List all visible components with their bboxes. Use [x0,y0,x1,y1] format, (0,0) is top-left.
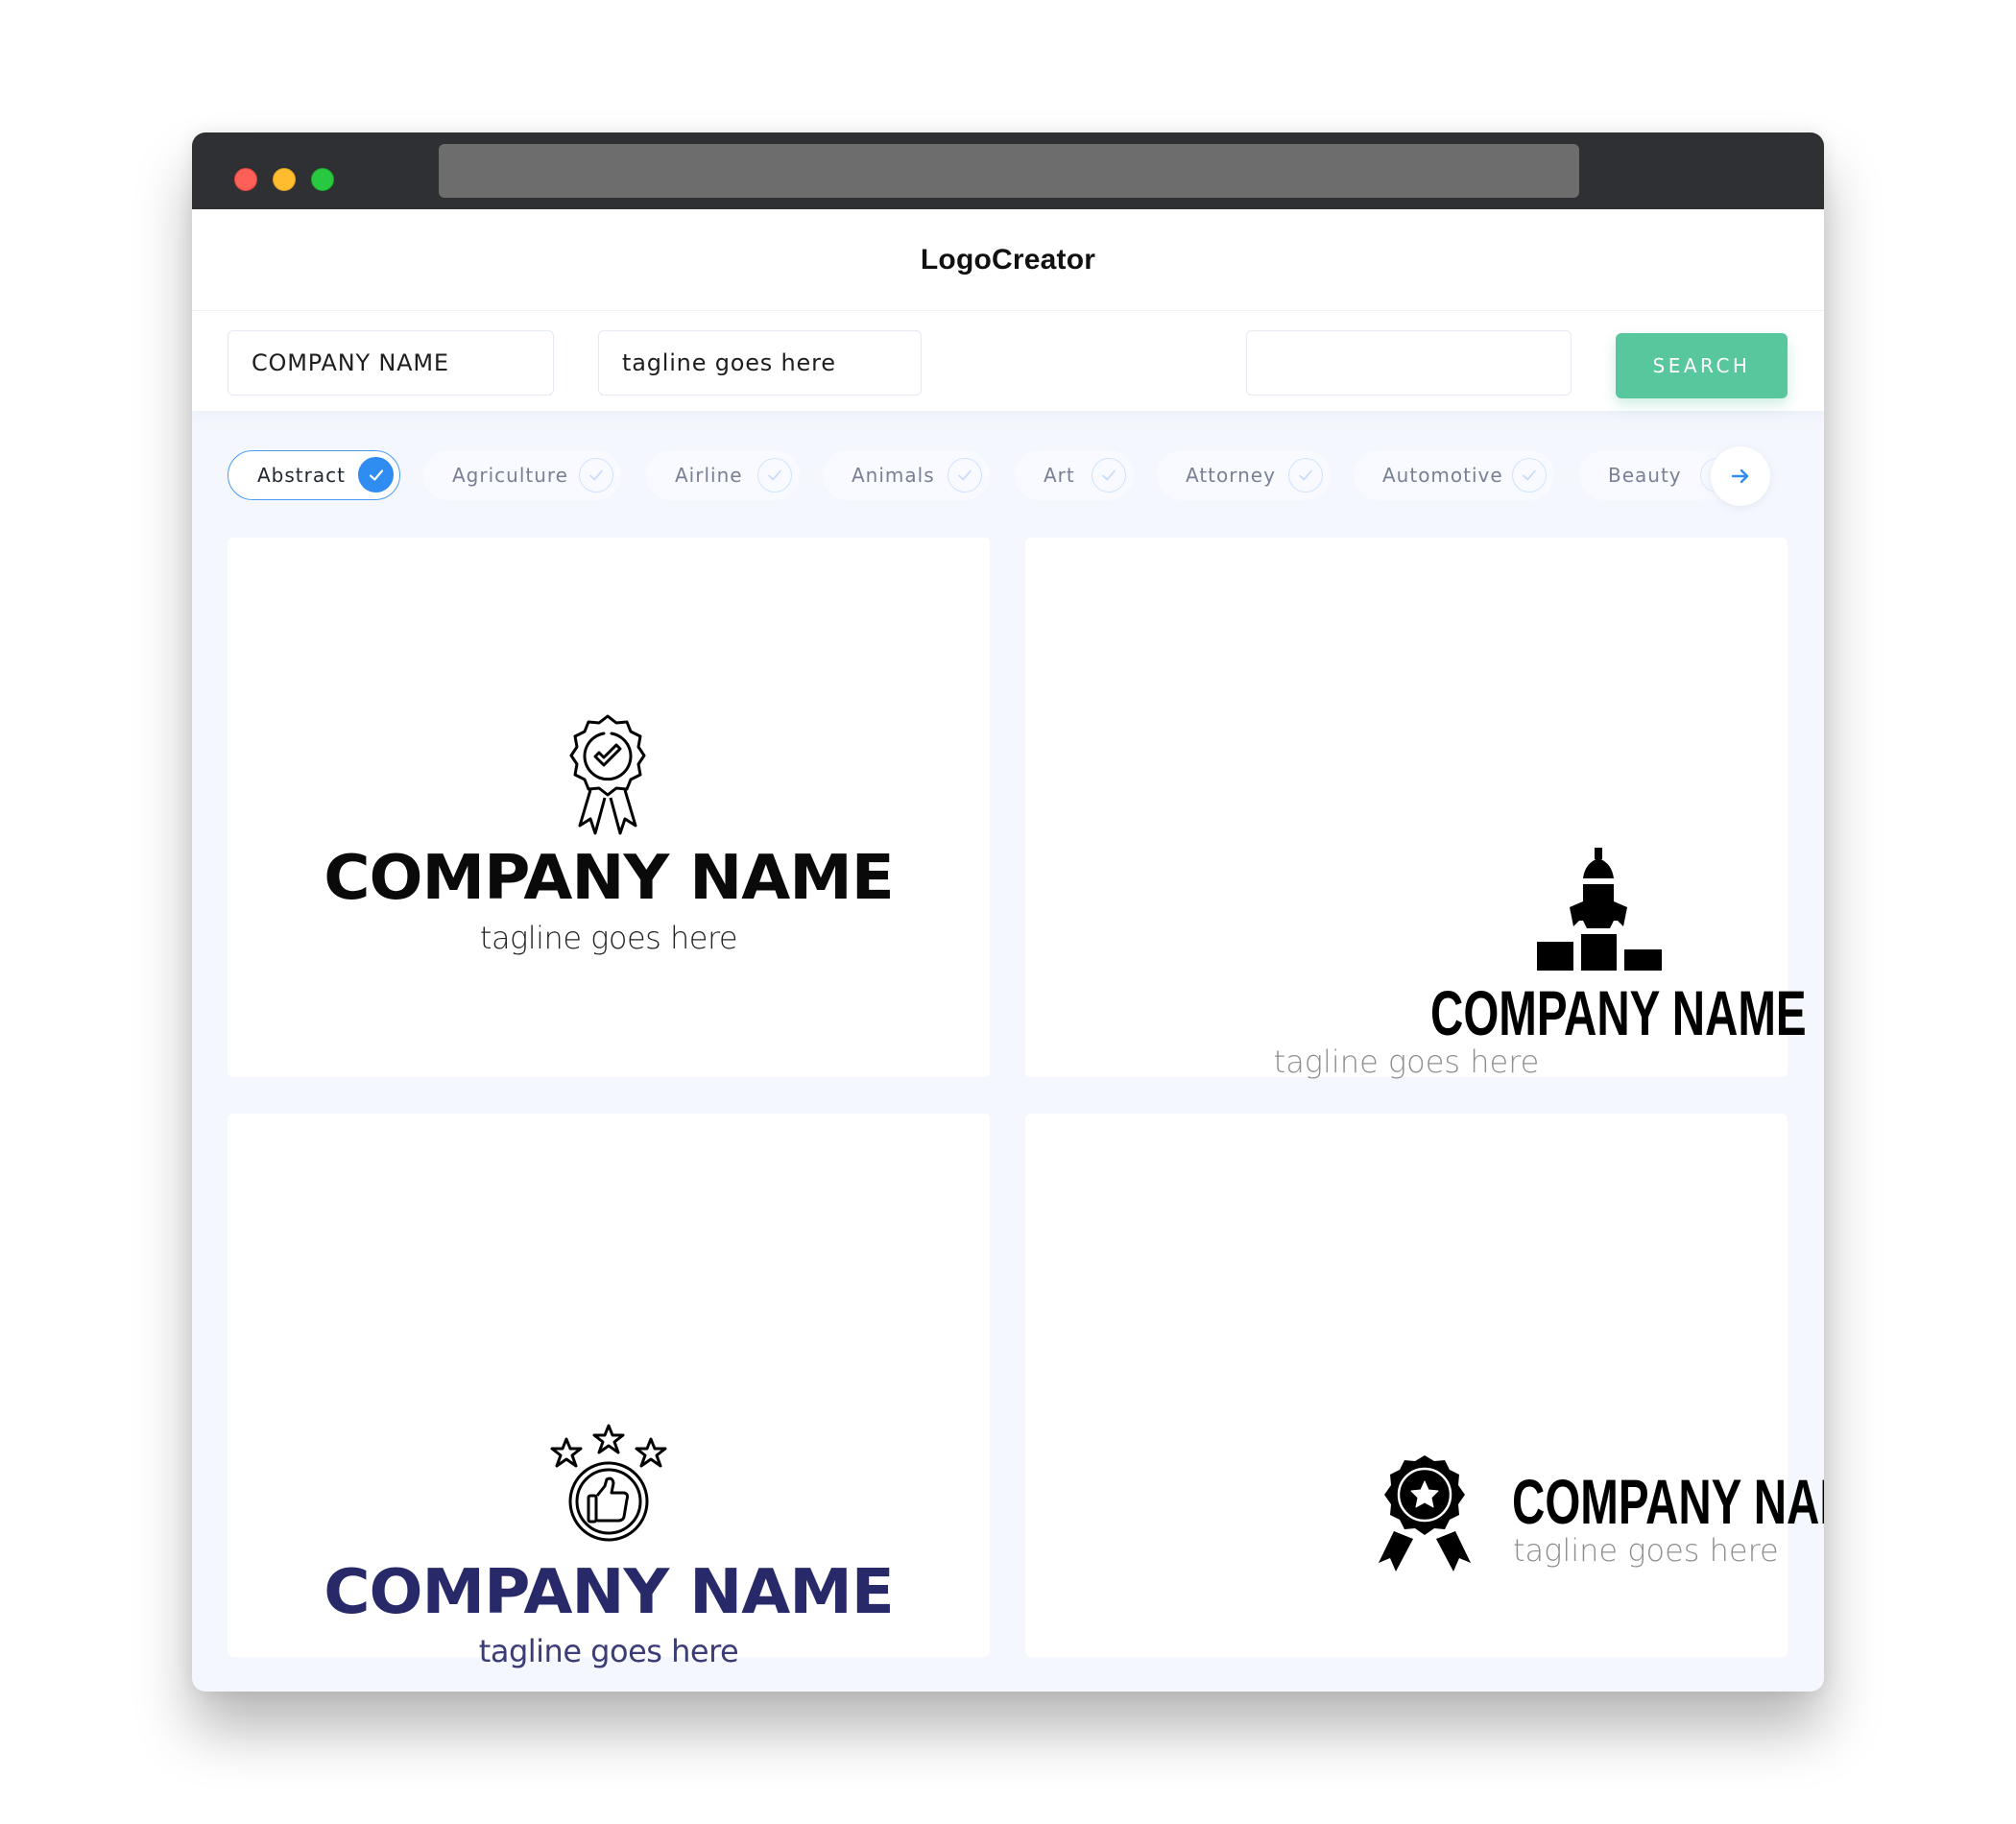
address-bar[interactable] [439,144,1579,198]
logo-company-name: COMPANY NAME [1512,1466,1824,1537]
category-chip-label: Art [1044,464,1075,487]
category-chip-label: Animals [852,464,935,487]
category-chip-abstract[interactable]: Abstract [228,450,400,500]
keyword-input[interactable] [1246,330,1572,396]
logo-tagline: tagline goes here [1513,1532,1779,1569]
minimize-window-button[interactable] [273,168,296,191]
logo-tagline: tagline goes here [478,1633,739,1669]
category-chip-label: Abstract [257,464,346,487]
maximize-window-button[interactable] [311,168,334,191]
check-circle-icon [1288,458,1323,492]
check-circle-icon [358,457,394,492]
category-chip-airline[interactable]: Airline [646,450,800,500]
app-title: LogoCreator [920,243,1096,276]
award-badge-check-icon [569,714,646,835]
logo-card[interactable]: COMPANY NAME tagline goes here [228,1114,990,1669]
category-filter-bar: Abstract Agriculture Airline Animals Art [192,411,1824,526]
logo-tagline: tagline goes here [479,920,738,956]
logo-company-name: COMPANY NAME [1430,977,1807,1048]
category-chip-animals[interactable]: Animals [823,450,990,500]
category-chip-agriculture[interactable]: Agriculture [423,450,621,500]
rocket-podium-icon [1537,848,1662,971]
logo-tagline: tagline goes here [1273,1044,1540,1080]
logo-card[interactable]: COMPANY NAME tagline goes here [1025,1114,1824,1657]
check-circle-icon [1512,458,1547,492]
category-chip-automotive[interactable]: Automotive [1354,450,1554,500]
logo-card[interactable]: COMPANY NAME tagline goes here [1025,538,1807,1080]
title-bar [192,132,1824,209]
category-chip-label: Airline [675,464,743,487]
close-window-button[interactable] [234,168,257,191]
star-rosette-icon [1379,1455,1471,1572]
arrow-right-icon [1730,466,1751,487]
tagline-input[interactable]: tagline goes here [598,330,922,396]
category-chip-art[interactable]: Art [1015,450,1134,500]
category-chip-label: Beauty [1608,464,1682,487]
browser-window: LogoCreator COMPANY NAME tagline goes he… [192,132,1824,1692]
check-circle-icon [948,458,982,492]
category-chip-label: Agriculture [452,464,568,487]
category-chip-label: Attorney [1186,464,1276,487]
next-categories-button[interactable] [1711,446,1770,506]
category-chip-attorney[interactable]: Attorney [1157,450,1331,500]
category-chip-label: Automotive [1382,464,1503,487]
check-circle-icon [1092,458,1126,492]
check-circle-icon [757,458,792,492]
thumbs-up-stars-icon [550,1424,667,1542]
logo-company-name: COMPANY NAME [324,1557,895,1628]
check-circle-icon [579,458,613,492]
logo-card[interactable]: COMPANY NAME tagline goes here [228,538,990,1077]
app-header: LogoCreator [192,209,1824,311]
search-button[interactable]: SEARCH [1616,333,1788,398]
logo-company-name: COMPANY NAME [324,843,895,914]
company-name-input[interactable]: COMPANY NAME [228,330,554,396]
search-bar: COMPANY NAME tagline goes here [192,311,1824,411]
